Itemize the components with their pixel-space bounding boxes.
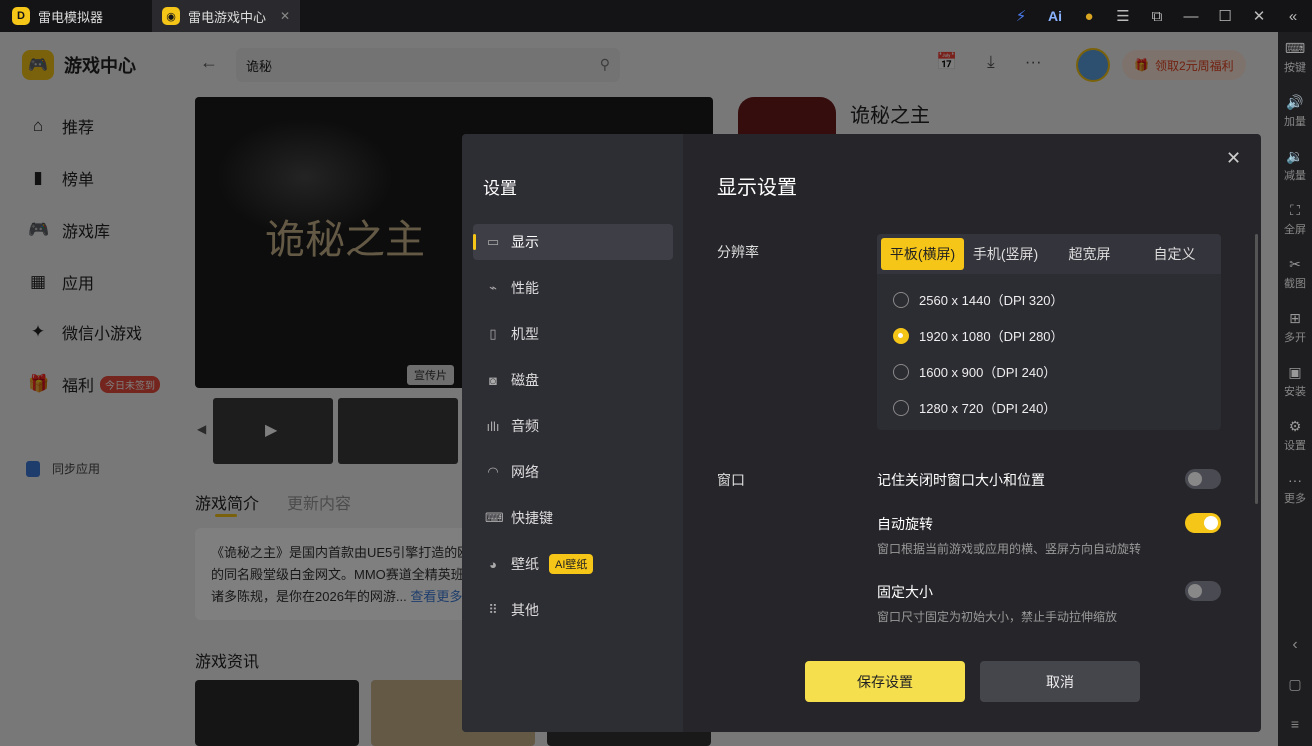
toolbar-settings[interactable]: ⚙ 设置 [1278, 418, 1312, 453]
toggle-fixed[interactable] [1185, 581, 1221, 601]
close-tab-icon[interactable]: ✕ [280, 9, 290, 23]
lightning-icon[interactable]: ⚡ [1012, 7, 1030, 25]
close-window-icon[interactable]: ✕ [1250, 7, 1268, 25]
radio-button[interactable] [893, 399, 909, 416]
ai-icon[interactable]: Ai [1046, 8, 1064, 24]
menu-display[interactable]: ▭ 显示 [473, 224, 673, 260]
cancel-button[interactable]: 取消 [980, 661, 1140, 702]
menu-hotkeys[interactable]: ⌨ 快捷键 [473, 500, 673, 536]
menu-disk[interactable]: ◙ 磁盘 [473, 362, 673, 398]
toolbar-more[interactable]: ··· 更多 [1278, 472, 1312, 506]
volume-down-icon: 🔉 [1286, 148, 1304, 164]
more-icon: ··· [1288, 472, 1302, 488]
recent-nav-icon[interactable]: ≡ [1278, 716, 1312, 732]
fullscreen-icon: ⛶ [1290, 202, 1300, 218]
avatar-small-icon[interactable]: ● [1080, 8, 1098, 25]
opt-remember-label: 记住关闭时窗口大小和位置 [877, 472, 1045, 488]
close-icon[interactable]: ✕ [1226, 148, 1241, 169]
tab-game-center[interactable]: ◉ 雷电游戏中心 ✕ [152, 0, 300, 32]
back-nav-icon[interactable]: ‹ [1278, 636, 1312, 654]
keyboard-icon: ⌨ [485, 510, 504, 525]
toolbar-fullscreen[interactable]: ⛶ 全屏 [1278, 202, 1312, 237]
toolbar-keymap[interactable]: ⌨ 按键 [1278, 40, 1312, 75]
palette-icon: ◕ [489, 556, 497, 572]
res-tab-custom[interactable]: 自定义 [1133, 238, 1216, 270]
menu-device[interactable]: ▯ 机型 [473, 316, 673, 352]
menu-other[interactable]: ⠿ 其他 [473, 592, 673, 628]
display-settings-title: 显示设置 [717, 177, 797, 199]
audio-icon: ıllı [486, 418, 500, 434]
toolbar-multi[interactable]: ⊞ 多开 [1278, 310, 1312, 345]
res-tab-phone[interactable]: 手机(竖屏) [964, 238, 1047, 270]
menu-icon[interactable]: ☰ [1114, 7, 1132, 25]
toolbar-install[interactable]: ▣ 安装 [1278, 364, 1312, 399]
performance-icon: ⌁ [489, 280, 497, 295]
opt-autorotate-label: 自动旋转 [877, 516, 933, 532]
res-tab-tablet[interactable]: 平板(横屏) [881, 238, 964, 270]
window-controls: ⚡ Ai ● ☰ ⧉ — ☐ ✕ « [1012, 0, 1302, 32]
tab-game-center-label: 雷电游戏中心 [188, 9, 267, 25]
toolbar-volume-up[interactable]: 🔊 加量 [1278, 94, 1312, 129]
radio-button-selected[interactable] [893, 327, 909, 344]
settings-menu: 设置 ▭ 显示 ⌁ 性能 ▯ 机型 ◙ 磁盘 ıllı 音频 ◠ 网络 ⌨ 快捷键 ◕ 壁纸 AI… [462, 134, 683, 732]
tab-emulator[interactable]: D 雷电模拟器 [0, 0, 150, 32]
emulator-toolbar: ⌨ 按键 🔊 加量 🔉 减量 ⛶ 全屏 ✂ 截图 ⊞ 多开 ▣ 安装 ⚙ 设置 ··· 更多 ‹ … [1278, 32, 1312, 746]
menu-audio[interactable]: ıllı 音频 [473, 408, 673, 444]
multi-instance-icon: ⊞ [1289, 310, 1301, 326]
resolution-label: 分辨率 [717, 244, 759, 260]
opt-fixed-label: 固定大小 [877, 584, 933, 600]
scrollbar[interactable] [1255, 234, 1258, 504]
settings-title: 设置 [483, 179, 517, 198]
menu-performance[interactable]: ⌁ 性能 [473, 270, 673, 306]
disk-icon: ◙ [489, 372, 497, 388]
wifi-icon: ◠ [487, 464, 499, 479]
radio-button[interactable] [893, 291, 909, 308]
phone-icon: ▯ [489, 326, 497, 341]
tab-emulator-label: 雷电模拟器 [38, 9, 104, 25]
res-option[interactable]: 1280 x 720（DPI 240） [893, 398, 1056, 417]
menu-wallpaper[interactable]: ◕ 壁纸 AI壁纸 [473, 546, 673, 582]
settings-modal: 设置 ▭ 显示 ⌁ 性能 ▯ 机型 ◙ 磁盘 ıllı 音频 ◠ 网络 ⌨ 快捷键 ◕ 壁纸 AI… [462, 134, 1261, 732]
install-icon: ▣ [1288, 364, 1302, 380]
emulator-logo-icon: D [12, 7, 30, 25]
menu-network[interactable]: ◠ 网络 [473, 454, 673, 490]
grid-icon: ⠿ [488, 602, 498, 617]
resolution-tabs: 平板(横屏) 手机(竖屏) 超宽屏 自定义 [877, 234, 1221, 274]
maximize-icon[interactable]: ☐ [1216, 7, 1234, 25]
toolbar-volume-down[interactable]: 🔉 减量 [1278, 148, 1312, 183]
keyboard-icon: ⌨ [1284, 40, 1306, 56]
opt-autorotate-desc: 窗口根据当前游戏或应用的横、竖屏方向自动旋转 [877, 542, 1142, 556]
restore-icon[interactable]: ⧉ [1148, 8, 1166, 25]
ai-wallpaper-badge: AI壁纸 [549, 554, 594, 574]
volume-up-icon: 🔊 [1286, 94, 1304, 110]
monitor-icon: ▭ [486, 234, 500, 249]
gear-icon: ⚙ [1288, 418, 1302, 434]
radio-button[interactable] [893, 363, 909, 380]
scissors-icon: ✂ [1289, 256, 1301, 272]
res-option[interactable]: 1920 x 1080（DPI 280） [893, 326, 1064, 345]
opt-fixed-desc: 窗口尺寸固定为初始大小，禁止手动拉伸缩放 [877, 610, 1118, 624]
toggle-remember[interactable] [1185, 469, 1221, 489]
save-button[interactable]: 保存设置 [805, 661, 965, 702]
toggle-autorotate[interactable] [1185, 513, 1221, 533]
res-option[interactable]: 1600 x 900（DPI 240） [893, 362, 1056, 381]
minimize-icon[interactable]: — [1182, 8, 1200, 25]
gamepad-logo-icon: ◉ [162, 7, 180, 25]
resolution-panel: 平板(横屏) 手机(竖屏) 超宽屏 自定义 2560 x 1440（DPI 32… [877, 234, 1221, 430]
collapse-sidebar-icon[interactable]: « [1284, 8, 1302, 25]
toolbar-screenshot[interactable]: ✂ 截图 [1278, 256, 1312, 291]
title-bar: D 雷电模拟器 ◉ 雷电游戏中心 ✕ ⚡ Ai ● ☰ ⧉ — ☐ ✕ « [0, 0, 1312, 32]
res-option[interactable]: 2560 x 1440（DPI 320） [893, 290, 1064, 309]
home-nav-icon[interactable]: ▢ [1278, 676, 1312, 693]
res-tab-ultrawide[interactable]: 超宽屏 [1048, 238, 1131, 270]
window-label: 窗口 [717, 472, 745, 488]
